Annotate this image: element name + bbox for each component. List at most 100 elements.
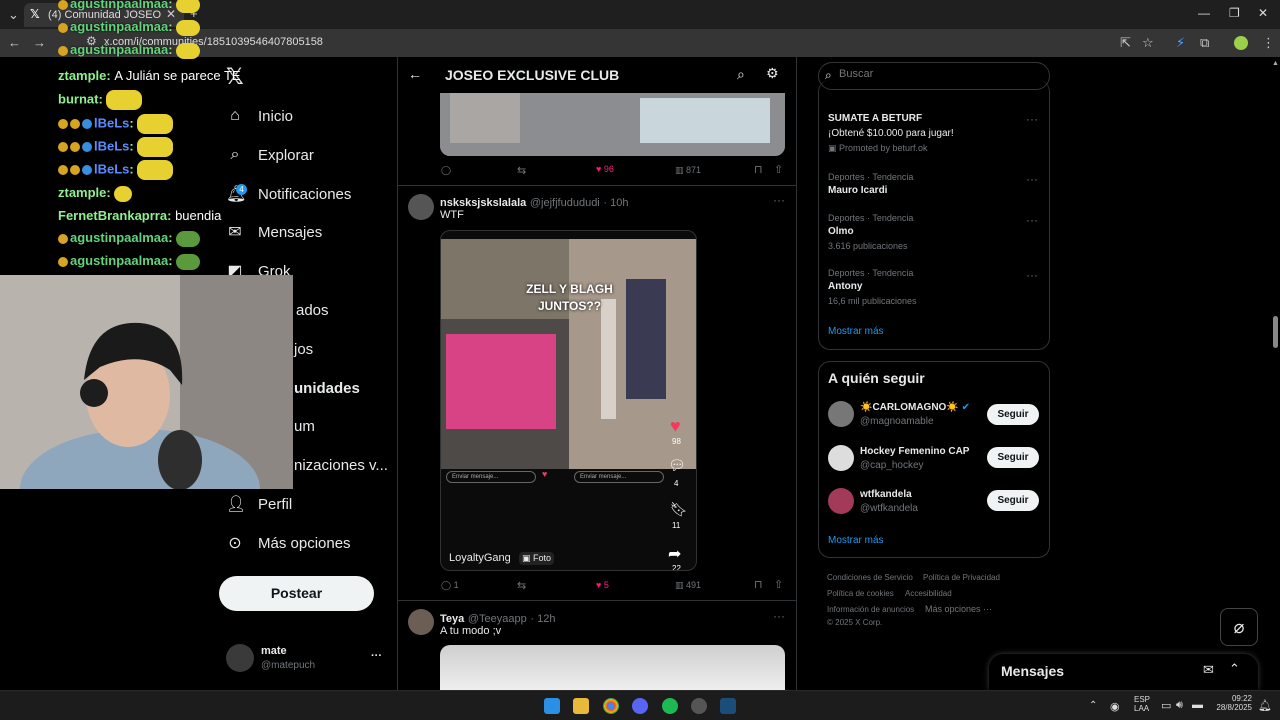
chat-message: lBeLs: xyxy=(58,137,174,157)
tweet-media[interactable]: ZELL Y BLAGH JUNTOS?? ♥ 98 Enviar mensaj… xyxy=(440,230,697,571)
discord-icon[interactable] xyxy=(632,698,648,714)
nav-communities[interactable]: unidades xyxy=(294,373,360,403)
tray-overflow-icon[interactable]: ⌃ xyxy=(1089,700,1097,711)
nav-organizations[interactable]: nizaciones v... xyxy=(294,450,388,480)
footer-accessibility-link[interactable]: Accesibilidad xyxy=(905,589,952,598)
tweet-more-icon[interactable]: ··· xyxy=(773,193,785,207)
profile-avatar-icon[interactable] xyxy=(1234,36,1248,50)
gear-icon[interactable]: ⚙ xyxy=(766,65,779,82)
volume-icon[interactable]: 🔊︎ xyxy=(1176,699,1183,712)
nav-more[interactable]: ⊙ Más opciones xyxy=(226,528,350,558)
back-icon[interactable]: ← xyxy=(8,35,21,50)
trends-show-more-link[interactable]: Mostrar más xyxy=(828,326,884,337)
reply-icon[interactable]: ◯ xyxy=(441,165,451,176)
keyboard-language[interactable]: ESP LAA xyxy=(1134,695,1150,713)
nav-explore[interactable]: ⌕ Explorar xyxy=(226,140,314,170)
search-icon: ⌕ xyxy=(230,146,240,163)
like-button[interactable]: ♥ 5 xyxy=(596,580,609,590)
tray-app-icon[interactable]: ◉ xyxy=(1110,700,1120,713)
notification-center-icon[interactable]: 🔔︎ xyxy=(1258,699,1272,712)
search-box[interactable]: ⌕ xyxy=(818,62,1050,90)
tweet-time[interactable]: · 12h xyxy=(530,613,555,625)
maximize-icon[interactable]: ❐ xyxy=(1229,6,1240,20)
tab-list-icon[interactable]: ⌄ xyxy=(8,7,19,23)
trend-more-icon[interactable]: ··· xyxy=(1026,213,1038,227)
tweet-time[interactable]: · 10h xyxy=(603,197,628,209)
network-icon[interactable]: ▭ xyxy=(1161,699,1171,712)
battery-icon[interactable]: ▬ xyxy=(1192,699,1203,711)
clock[interactable]: 09:22 28/8/2025 xyxy=(1216,694,1252,712)
chrome-icon[interactable] xyxy=(603,698,619,714)
grok-float-icon[interactable]: ⌀ xyxy=(1220,608,1258,646)
tweet-author-handle[interactable]: @Teeyaapp xyxy=(468,613,527,625)
bookmark-star-icon[interactable]: ☆ xyxy=(1142,35,1154,51)
reply-button[interactable]: ◯ 1 xyxy=(441,580,459,591)
extensions-puzzle-icon[interactable]: ⧉ xyxy=(1200,35,1209,51)
retweet-icon[interactable]: ⇆ xyxy=(517,579,526,592)
trend-more-icon[interactable]: ··· xyxy=(1026,112,1038,126)
expand-icon[interactable]: ⌃ xyxy=(1229,661,1240,677)
bookmark-icon[interactable]: ⊓ xyxy=(754,578,763,591)
install-app-icon[interactable]: ⇱ xyxy=(1120,35,1131,51)
steam-icon[interactable] xyxy=(720,698,736,714)
nav-profile[interactable]: 👤︎ Perfil xyxy=(226,489,292,519)
extension-icon[interactable]: ⚡ xyxy=(1176,35,1185,51)
messages-drawer[interactable]: Mensajes ✉ ⌃ xyxy=(989,654,1258,690)
scroll-up-icon[interactable]: ▲ xyxy=(1272,60,1279,67)
scrollbar-thumb[interactable] xyxy=(1273,316,1278,348)
retweet-icon[interactable]: ⇆ xyxy=(517,164,526,177)
avatar[interactable] xyxy=(408,609,434,635)
footer-more-link[interactable]: Más opciones ··· xyxy=(925,604,992,614)
follow-show-more-link[interactable]: Mostrar más xyxy=(828,535,884,546)
nav-bookmarks[interactable]: jos xyxy=(294,334,313,364)
nav-profile-label: Perfil xyxy=(258,495,293,513)
media-tag: ▣ Foto xyxy=(519,552,555,565)
footer-cookies-link[interactable]: Política de cookies xyxy=(827,589,894,598)
avatar[interactable] xyxy=(408,194,434,220)
avatar[interactable] xyxy=(828,401,854,427)
new-message-icon[interactable]: ✉ xyxy=(1203,662,1214,678)
forward-icon[interactable]: → xyxy=(33,35,46,50)
footer-ads-link[interactable]: Información de anuncios xyxy=(827,605,914,614)
tweet-author-name[interactable]: nsksksjskslalala xyxy=(440,197,526,209)
close-window-icon[interactable]: ✕ xyxy=(1258,6,1268,20)
nav-home[interactable]: ⌂ Inicio xyxy=(226,101,293,131)
obs-icon[interactable] xyxy=(691,698,707,714)
search-icon[interactable]: ⌕ xyxy=(737,66,745,83)
trend-more-icon[interactable]: ··· xyxy=(1026,268,1038,282)
scrollbar[interactable] xyxy=(1270,57,1280,690)
follow-button[interactable]: Seguir xyxy=(987,404,1039,425)
account-switcher[interactable]: mate @matepuch ··· xyxy=(226,642,386,676)
back-arrow-icon[interactable]: ← xyxy=(408,66,422,82)
nav-premium[interactable]: um xyxy=(294,411,315,441)
trend-more-icon[interactable]: ··· xyxy=(1026,172,1038,186)
nav-notifications[interactable]: 🔔︎ Notificaciones xyxy=(226,179,351,209)
footer-terms-link[interactable]: Condiciones de Servicio xyxy=(827,573,913,582)
search-input[interactable] xyxy=(839,68,1029,80)
post-button[interactable]: Postear xyxy=(219,576,374,611)
account-handle: @matepuch xyxy=(261,660,316,671)
account-more-icon[interactable]: ··· xyxy=(371,650,382,662)
like-button[interactable]: ♥ 96 xyxy=(596,164,614,174)
nav-messages[interactable]: ✉ Mensajes xyxy=(226,217,322,247)
tweet-media[interactable] xyxy=(440,645,785,690)
spotify-icon[interactable] xyxy=(662,698,678,714)
tweet-more-icon[interactable]: ··· xyxy=(773,609,785,623)
tweet-media[interactable] xyxy=(440,93,785,156)
share-icon[interactable]: ⇧ xyxy=(774,163,783,176)
follow-button[interactable]: Seguir xyxy=(987,447,1039,468)
browser-menu-icon[interactable]: ⋮ xyxy=(1262,35,1275,51)
minimize-icon[interactable]: — xyxy=(1198,6,1210,20)
avatar[interactable] xyxy=(828,445,854,471)
windows-start-icon[interactable] xyxy=(544,698,560,714)
footer-privacy-link[interactable]: Política de Privacidad xyxy=(923,573,1000,582)
file-explorer-icon[interactable] xyxy=(573,698,589,714)
tweet-author-handle[interactable]: @jejfjfudududi xyxy=(530,197,600,209)
bookmark-icon[interactable]: ⊓ xyxy=(754,163,763,176)
avatar[interactable] xyxy=(828,488,854,514)
chat-text: A Julián se parece TE xyxy=(114,68,241,83)
follow-button[interactable]: Seguir xyxy=(987,490,1039,511)
nav-lists[interactable]: ados xyxy=(296,295,329,325)
tweet-author-name[interactable]: Teya xyxy=(440,613,464,625)
share-icon[interactable]: ⇧ xyxy=(774,578,783,591)
